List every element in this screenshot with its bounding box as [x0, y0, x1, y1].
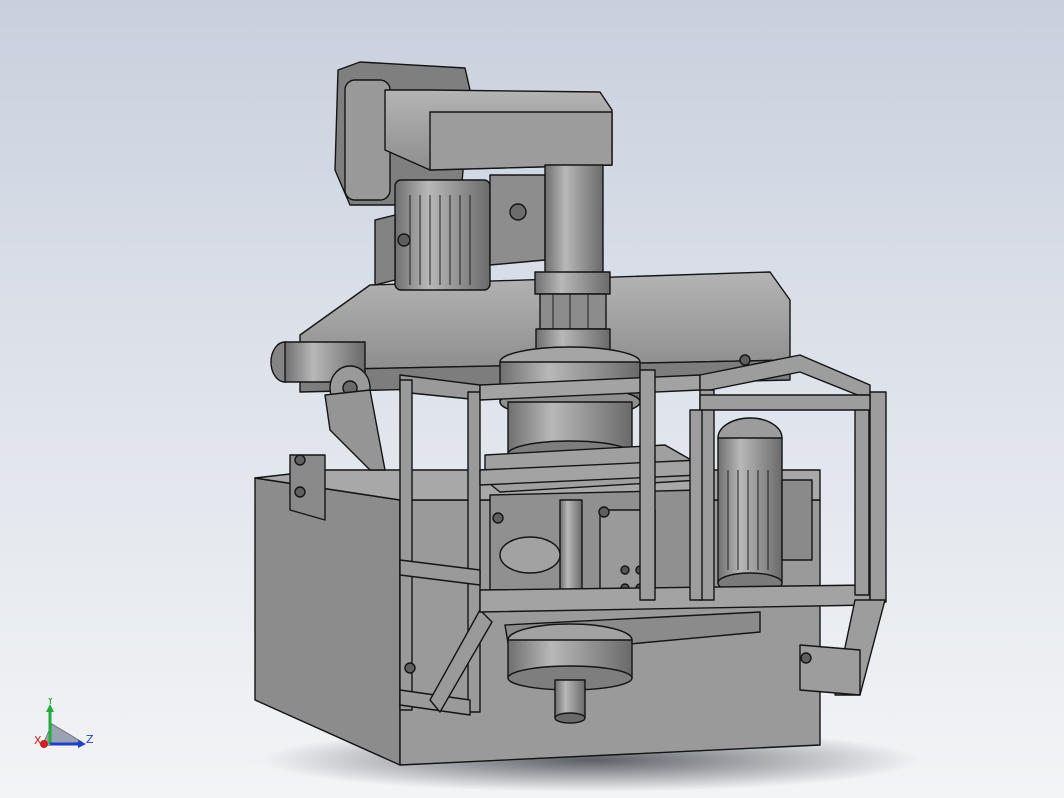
clamp-block: [289, 454, 326, 521]
z-axis-label: Z: [86, 733, 94, 746]
z-axis-head: [78, 740, 86, 748]
side-bracket: [324, 389, 386, 471]
cad-model-assembly[interactable]: [0, 0, 1064, 798]
graphics-viewport[interactable]: Y Z X: [0, 0, 1064, 798]
vertical-drive-column: [534, 164, 611, 354]
y-axis-label: Y: [46, 698, 54, 707]
x-axis-label: X: [34, 734, 42, 747]
orientation-triad[interactable]: Y Z X: [30, 698, 100, 758]
